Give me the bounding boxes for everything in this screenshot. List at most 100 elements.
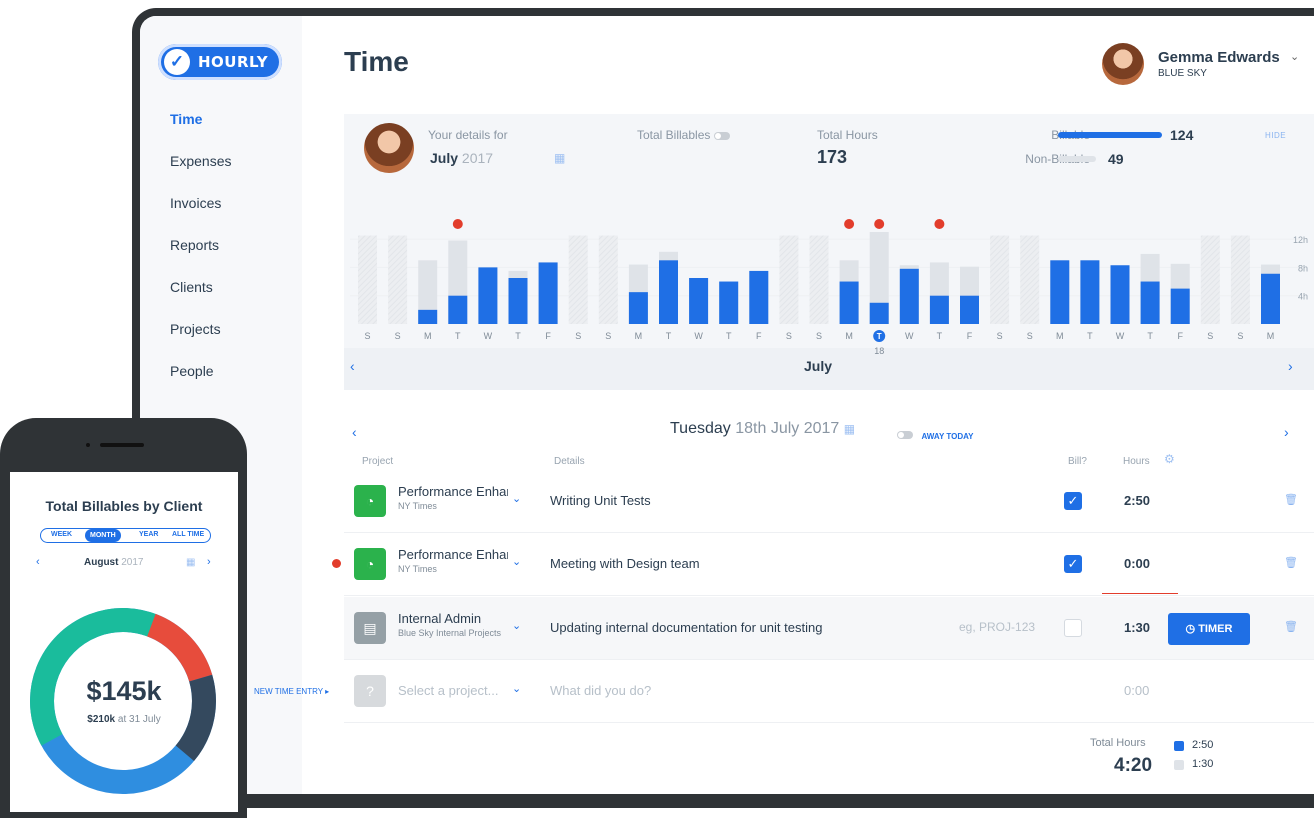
next-arrow[interactable]: ›	[207, 556, 211, 568]
timer-button[interactable]: ◷ TIMER	[1168, 613, 1250, 645]
away-toggle[interactable]: AWAY TODAY	[897, 426, 973, 444]
entry-details[interactable]: Updating internal documentation for unit…	[550, 620, 822, 635]
billable-bar	[1140, 281, 1160, 324]
next-day-arrow[interactable]: ›	[1284, 424, 1289, 440]
phone-amount: $145k	[86, 676, 162, 706]
billable-bar	[1170, 288, 1190, 324]
project-select[interactable]: Select a project...	[398, 683, 508, 698]
billable-bar	[478, 267, 498, 324]
user-org: BLUE SKY	[1158, 68, 1207, 79]
calendar-icon[interactable]: ▦	[554, 151, 565, 165]
x-tick-label: M	[424, 331, 432, 341]
segment-week[interactable]: WEEK	[51, 531, 72, 538]
weekend-bar	[388, 235, 408, 324]
entry-hours[interactable]: 1:30	[1124, 620, 1150, 635]
total-billables-toggle[interactable]: Total Billables	[637, 128, 730, 142]
segment-month[interactable]: MONTH	[85, 529, 121, 542]
x-tick-label: M	[1267, 331, 1275, 341]
project-name[interactable]: Internal Admin	[398, 611, 508, 626]
chevron-down-icon[interactable]: ⌄	[512, 555, 521, 568]
toggle-switch[interactable]	[713, 131, 730, 140]
app-screen: ✓ HOURLY Time Expenses Invoices Reports …	[140, 16, 1314, 794]
billable-bar	[749, 270, 769, 324]
time-entry-row[interactable]: ◔ Performance Enhancements NY Times ⌄ Me…	[344, 533, 1314, 596]
prev-arrow[interactable]: ‹	[36, 556, 40, 568]
prev-day-arrow[interactable]: ‹	[352, 424, 357, 440]
sidebar-item-people[interactable]: People	[170, 363, 214, 379]
entry-details[interactable]: Meeting with Design team	[550, 556, 700, 571]
calendar-icon[interactable]: ▦	[186, 557, 195, 568]
x-tick-label: F	[756, 331, 762, 341]
x-tick-label: F	[967, 331, 973, 341]
time-entry-row[interactable]: ◔ Performance Enhancements NY Times ⌄ Wr…	[344, 470, 1314, 533]
x-tick-label: T	[666, 331, 672, 341]
x-tick-label: S	[997, 331, 1003, 341]
year-label: 2017	[461, 150, 494, 166]
x-tick-label: S	[786, 331, 792, 341]
weekend-bar	[1230, 235, 1250, 324]
document-icon: ▤	[354, 612, 386, 644]
project-name[interactable]: Performance Enhancements	[398, 484, 508, 499]
segment-all-time[interactable]: ALL TIME	[172, 531, 204, 538]
entry-hours[interactable]: 0:00	[1124, 556, 1150, 571]
hours-input[interactable]: 0:00	[1124, 683, 1149, 698]
x-tick-label: T	[515, 331, 521, 341]
sidebar-item-clients[interactable]: Clients	[170, 279, 213, 295]
phone-month[interactable]: August 2017	[84, 557, 143, 568]
chevron-down-icon[interactable]: ⌄	[512, 619, 521, 632]
billable-checkbox[interactable]	[1064, 619, 1082, 637]
sidebar-item-expenses[interactable]: Expenses	[170, 153, 231, 169]
chevron-down-icon[interactable]: ⌄	[512, 682, 521, 695]
sidebar-item-time[interactable]: Time	[170, 111, 202, 127]
billable-bar	[719, 281, 739, 324]
billable-legend-swatch	[1174, 741, 1184, 751]
sidebar-item-reports[interactable]: Reports	[170, 237, 219, 253]
trash-icon[interactable]: 🗑	[1284, 493, 1298, 506]
hide-button[interactable]: HIDE	[1265, 131, 1286, 140]
project-name[interactable]: Performance Enhancements	[398, 547, 508, 562]
x-tick-label: S	[395, 331, 401, 341]
entry-hours[interactable]: 2:50	[1124, 493, 1150, 508]
x-tick-label: M	[635, 331, 643, 341]
entry-details[interactable]: Writing Unit Tests	[550, 493, 651, 508]
billable-bar	[899, 268, 919, 324]
details-input[interactable]: What did you do?	[550, 683, 651, 698]
new-time-entry-label[interactable]: NEW TIME ENTRY ▸	[254, 687, 329, 696]
billable-checkbox[interactable]: ✓	[1064, 492, 1082, 510]
x-tick-label: S	[364, 331, 370, 341]
app-logo[interactable]: ✓ HOURLY	[158, 44, 282, 80]
time-entry-row[interactable]: ▤ Internal Admin Blue Sky Internal Proje…	[344, 597, 1314, 660]
column-hours: Hours	[1123, 456, 1150, 467]
calendar-icon[interactable]: ▦	[844, 422, 855, 436]
user-name[interactable]: Gemma Edwards	[1158, 49, 1280, 66]
toggle-switch[interactable]	[897, 430, 913, 439]
reference-input[interactable]: eg, PROJ-123	[959, 620, 1035, 634]
x-tick-label: S	[1237, 331, 1243, 341]
trash-icon[interactable]: 🗑	[1284, 556, 1298, 569]
gear-icon[interactable]: ⚙	[1164, 452, 1175, 466]
sidebar-item-invoices[interactable]: Invoices	[170, 195, 221, 211]
day-header: Tuesday 18th July 2017 ▦	[670, 420, 855, 438]
page-title: Time	[344, 46, 409, 77]
phone-speaker	[100, 443, 144, 447]
weekend-bar	[809, 235, 829, 324]
column-project: Project	[362, 456, 394, 467]
date-label: 18th July 2017	[735, 420, 840, 437]
segment-year[interactable]: YEAR	[139, 531, 158, 538]
month-selector[interactable]: July 2017	[430, 150, 493, 166]
billable-checkbox[interactable]: ✓	[1064, 555, 1082, 573]
weekend-bar	[598, 235, 618, 324]
billable-bar	[628, 292, 648, 324]
new-entry-row[interactable]: ? Select a project... ⌄ What did you do?…	[344, 660, 1314, 723]
billable-bar	[1110, 265, 1130, 324]
client-name: NY Times	[398, 564, 437, 574]
chevron-down-icon[interactable]: ⌄	[512, 492, 521, 505]
billable-bar	[689, 278, 709, 324]
sidebar-item-projects[interactable]: Projects	[170, 321, 221, 337]
weekend-bar	[779, 235, 799, 324]
chevron-down-icon[interactable]: ⌄	[1290, 50, 1299, 63]
trash-icon[interactable]: 🗑	[1284, 620, 1298, 633]
billable-bar	[508, 278, 528, 324]
x-tick-label: S	[575, 331, 581, 341]
user-avatar[interactable]	[1102, 43, 1144, 85]
